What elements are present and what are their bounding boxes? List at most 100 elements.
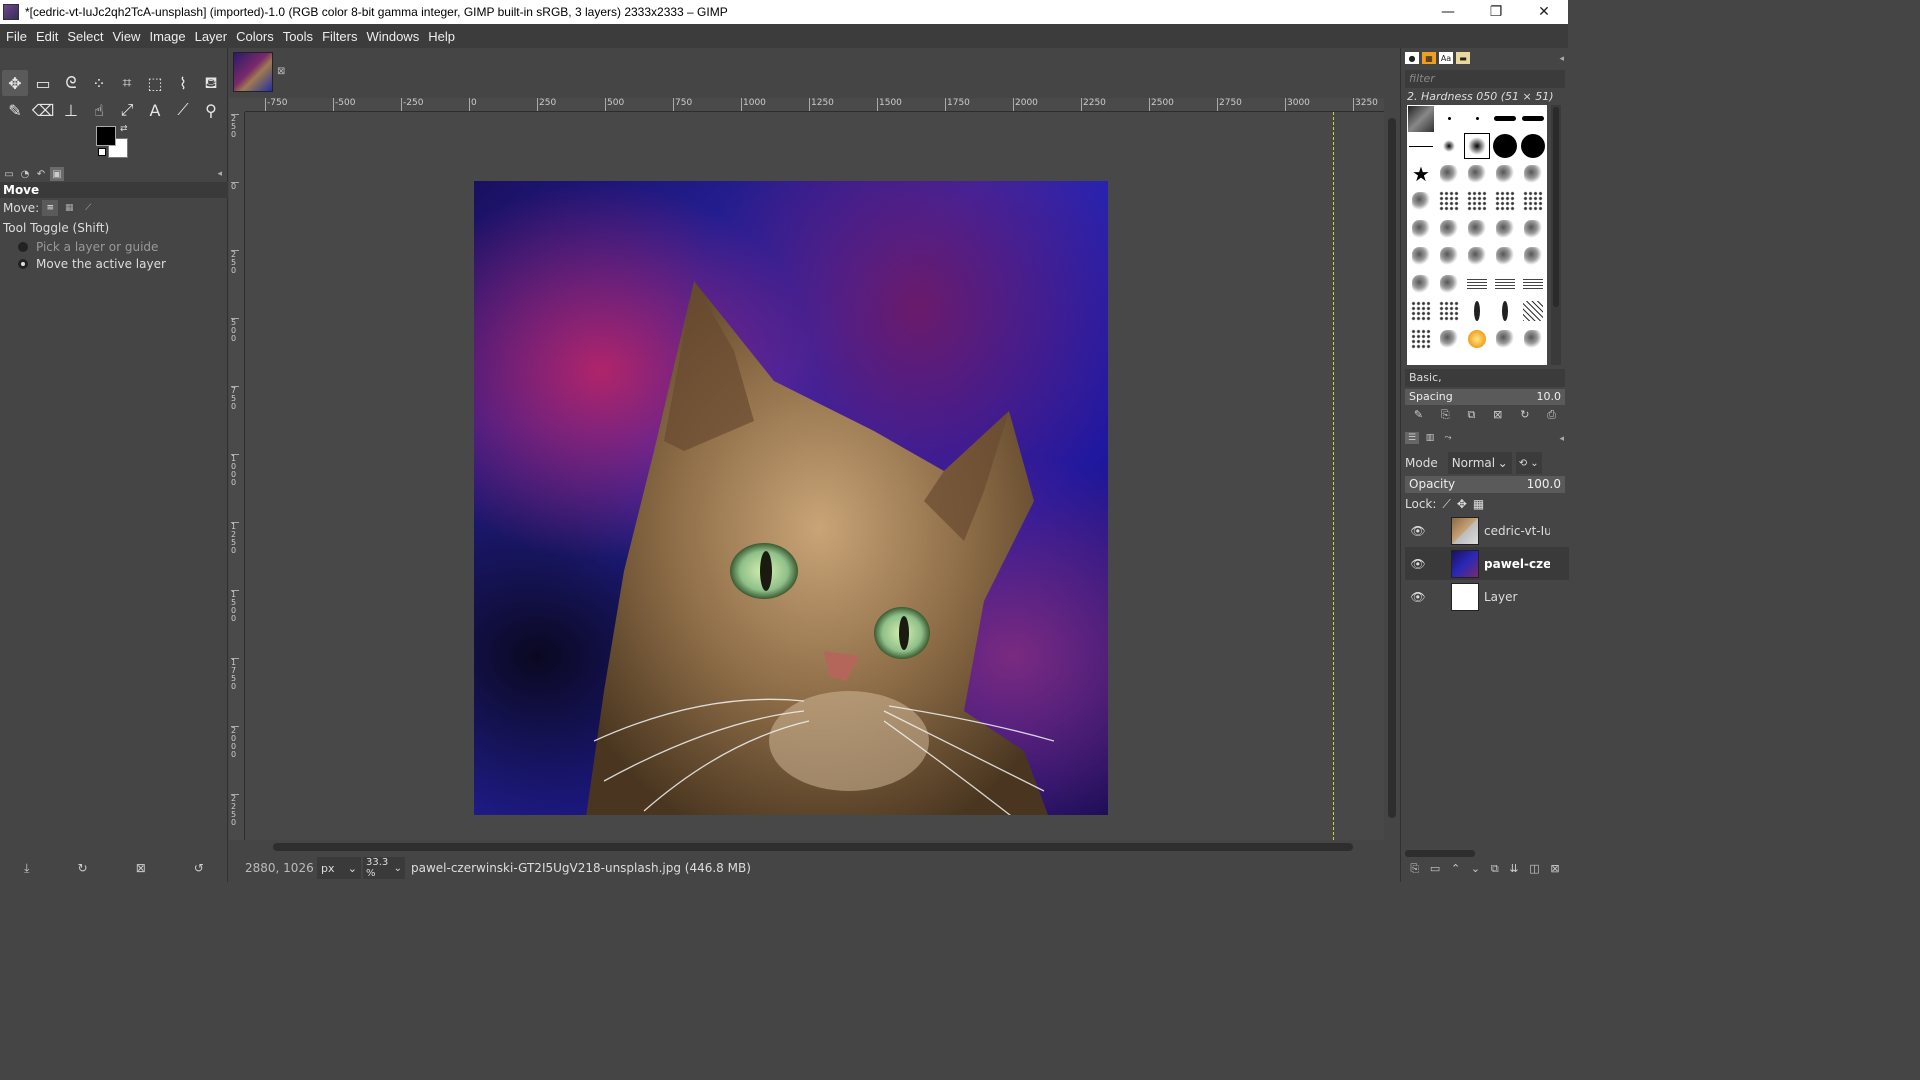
- free-select-icon[interactable]: ᘓ: [58, 70, 84, 96]
- minimize-button[interactable]: —: [1424, 0, 1472, 24]
- clone-icon[interactable]: ⊥: [58, 97, 84, 123]
- menu-image[interactable]: Image: [145, 29, 189, 44]
- layer-row[interactable]: 👁 cedric-vt-IuJc: [1405, 514, 1569, 547]
- opacity-spinner[interactable]: Opacity 100.0: [1405, 476, 1565, 493]
- brush-preview[interactable]: [1519, 160, 1547, 188]
- brush-preview[interactable]: [1519, 243, 1547, 271]
- brush-preview[interactable]: [1407, 325, 1435, 353]
- eraser-icon[interactable]: ⌫: [30, 97, 56, 123]
- layers-hscroll-thumb[interactable]: [1405, 850, 1475, 857]
- pick-layer-option[interactable]: Pick a layer or guide: [0, 238, 228, 255]
- zoom-icon[interactable]: ⚲: [198, 97, 224, 123]
- duplicate-brush-icon[interactable]: ⧉: [1468, 408, 1476, 424]
- crop-icon[interactable]: ⌗: [114, 70, 140, 96]
- brush-preview[interactable]: [1435, 133, 1463, 161]
- restore-options-icon[interactable]: ↻: [78, 861, 88, 875]
- brush-preview[interactable]: [1435, 105, 1463, 133]
- brush-preview[interactable]: [1519, 133, 1547, 161]
- delete-layer-icon[interactable]: ⊠: [1550, 862, 1559, 878]
- open-brush-folder-icon[interactable]: ⎙: [1547, 408, 1556, 424]
- menu-tools[interactable]: Tools: [279, 29, 317, 44]
- delete-brush-icon[interactable]: ⊠: [1493, 408, 1502, 424]
- brush-preview[interactable]: [1491, 160, 1519, 188]
- brush-preview[interactable]: [1435, 160, 1463, 188]
- move-tool-icon[interactable]: ✥: [2, 70, 28, 96]
- brush-preview[interactable]: [1491, 243, 1519, 271]
- menu-view[interactable]: View: [109, 29, 145, 44]
- images-tab-icon[interactable]: ▣: [50, 167, 64, 181]
- brush-preview[interactable]: ★: [1407, 160, 1435, 188]
- color-picker-icon[interactable]: ⟋: [170, 97, 196, 123]
- brush-preview[interactable]: [1407, 215, 1435, 243]
- horizontal-ruler[interactable]: -750 -500 -250 0 250 500 750 1000 1250 1500 1750 20…: [245, 98, 1384, 112]
- layer-name[interactable]: cedric-vt-IuJc: [1484, 524, 1550, 538]
- fuzzy-select-icon[interactable]: ⁘: [86, 70, 112, 96]
- menu-filters[interactable]: Filters: [318, 29, 361, 44]
- brush-preview[interactable]: [1491, 270, 1519, 298]
- bucket-fill-icon[interactable]: ⛾: [198, 70, 224, 96]
- swap-colors-icon[interactable]: ⇄: [120, 124, 128, 134]
- vertical-ruler[interactable]: 2500250500750100012501500175020002250250…: [229, 112, 245, 840]
- close-button[interactable]: ✕: [1520, 0, 1568, 24]
- visibility-eye-icon[interactable]: 👁: [1409, 524, 1427, 538]
- ruler-corner[interactable]: [229, 98, 245, 112]
- brush-filter-input[interactable]: filter: [1405, 70, 1565, 88]
- layer-row[interactable]: 👁 Layer: [1405, 580, 1569, 613]
- layer-row[interactable]: 👁 pawel-czerv: [1405, 547, 1569, 580]
- menu-windows[interactable]: Windows: [362, 29, 423, 44]
- brush-grid-scrollbar[interactable]: [1551, 105, 1561, 365]
- fonts-tab-icon[interactable]: Aa: [1439, 52, 1453, 64]
- composite-mode-select[interactable]: ⟲ ⌄: [1515, 452, 1542, 474]
- horizontal-scrollbar[interactable]: [245, 840, 1384, 854]
- menu-edit[interactable]: Edit: [32, 29, 62, 44]
- move-selection-mode-icon[interactable]: ▦: [61, 200, 77, 216]
- text-icon[interactable]: A: [142, 97, 168, 123]
- reset-colors-icon[interactable]: [98, 148, 106, 156]
- brush-grid[interactable]: ★: [1407, 105, 1547, 365]
- lower-layer-icon[interactable]: ⌄: [1471, 862, 1480, 878]
- device-status-tab-icon[interactable]: ◔: [18, 167, 32, 181]
- brush-preview[interactable]: [1435, 325, 1463, 353]
- rect-select-icon[interactable]: ▭: [30, 70, 56, 96]
- brush-preview[interactable]: [1407, 270, 1435, 298]
- brush-preview[interactable]: [1463, 270, 1491, 298]
- channels-tab-icon[interactable]: ▥: [1423, 432, 1437, 444]
- brush-preview[interactable]: [1519, 188, 1547, 216]
- brush-preview[interactable]: [1407, 133, 1435, 161]
- brush-preview[interactable]: [1491, 215, 1519, 243]
- tool-options-tab-icon[interactable]: ▭: [2, 167, 16, 181]
- edit-brush-icon[interactable]: ✎: [1414, 408, 1423, 424]
- new-brush-icon[interactable]: ⎘: [1441, 408, 1450, 424]
- vertical-scroll-thumb[interactable]: [1388, 118, 1396, 818]
- dock-menu-icon[interactable]: ◂: [1559, 54, 1564, 64]
- canvas[interactable]: [245, 112, 1384, 840]
- menu-select[interactable]: Select: [63, 29, 107, 44]
- lock-position-icon[interactable]: ✥: [1457, 497, 1467, 511]
- lock-alpha-icon[interactable]: ▦: [1473, 497, 1484, 511]
- close-image-tab-icon[interactable]: ⊠: [277, 66, 285, 77]
- duplicate-layer-icon[interactable]: ⧉: [1491, 862, 1499, 878]
- unit-selector[interactable]: px ⌄: [317, 857, 361, 879]
- unified-transform-icon[interactable]: ⬚: [142, 70, 168, 96]
- spacing-spinner[interactable]: Spacing 10.0: [1405, 389, 1565, 405]
- new-layer-group-icon[interactable]: ▭: [1430, 862, 1440, 878]
- brush-preview[interactable]: [1519, 325, 1547, 353]
- layers-hscrollbar[interactable]: [1405, 848, 1565, 858]
- save-options-icon[interactable]: ⤓: [24, 861, 29, 876]
- brush-preview[interactable]: [1519, 298, 1547, 326]
- layers-menu-icon[interactable]: ◂: [1559, 434, 1564, 444]
- brush-preview[interactable]: [1463, 215, 1491, 243]
- brush-preview[interactable]: [1491, 188, 1519, 216]
- brush-preview[interactable]: [1435, 188, 1463, 216]
- refresh-brushes-icon[interactable]: ↻: [1520, 408, 1529, 424]
- brushes-tab-icon[interactable]: ●: [1405, 52, 1419, 64]
- raise-layer-icon[interactable]: ⌃: [1451, 862, 1460, 878]
- move-active-layer-option[interactable]: Move the active layer: [0, 255, 228, 272]
- reset-options-icon[interactable]: ↺: [194, 861, 204, 875]
- brush-preview[interactable]: [1463, 188, 1491, 216]
- brush-preview[interactable]: [1463, 160, 1491, 188]
- lock-pixels-icon[interactable]: ⟋: [1442, 497, 1450, 512]
- pick-layer-radio[interactable]: [18, 241, 28, 252]
- layer-name[interactable]: pawel-czerv: [1484, 557, 1550, 571]
- mode-select[interactable]: Normal ⌄: [1447, 452, 1512, 474]
